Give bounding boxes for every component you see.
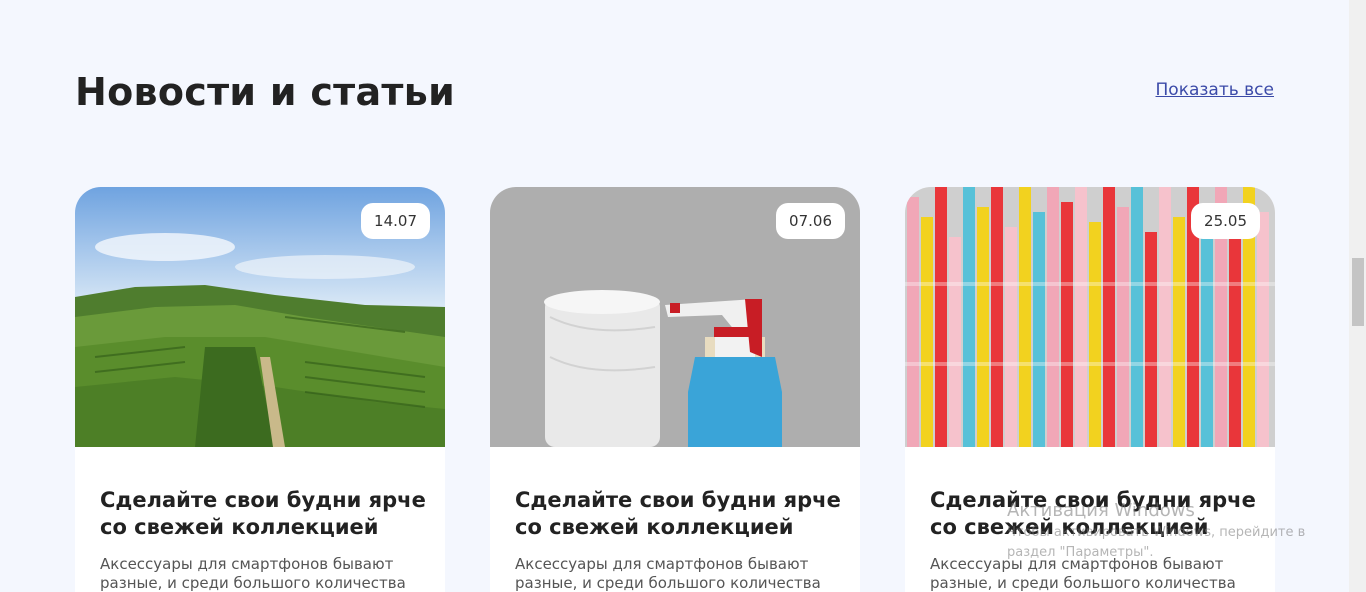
card-title[interactable]: Сделайте свои будни ярче со свежей колле… — [515, 487, 845, 541]
card-image-vineyard[interactable]: 14.07 — [75, 187, 445, 447]
card-title[interactable]: Сделайте свои будни ярче со свежей колле… — [100, 487, 430, 541]
date-badge: 25.05 — [1191, 203, 1260, 239]
card-image-straws[interactable]: 25.05 — [905, 187, 1275, 447]
card-excerpt: Аксессуары для смартфонов бывают разные,… — [100, 555, 406, 592]
card-excerpt: Аксессуары для смартфонов бывают разные,… — [515, 555, 821, 592]
card-title[interactable]: Сделайте свои будни ярче со свежей колле… — [930, 487, 1260, 541]
date-badge: 14.07 — [361, 203, 430, 239]
card-excerpt: Аксессуары для смартфонов бывают разные,… — [930, 555, 1236, 592]
news-card[interactable]: 25.05 Сделайте свои будни ярче со свежей… — [905, 187, 1275, 592]
page-scrollbar[interactable] — [1349, 0, 1366, 592]
news-cards: 14.07 Сделайте свои будни ярче со свежей… — [75, 187, 1275, 592]
show-all-link[interactable]: Показать все — [1156, 80, 1274, 100]
news-card[interactable]: 14.07 Сделайте свои будни ярче со свежей… — [75, 187, 445, 592]
news-card[interactable]: 07.06 Сделайте свои будни ярче со свежей… — [490, 187, 860, 592]
scrollbar-thumb[interactable] — [1352, 258, 1364, 326]
card-image-cleaning[interactable]: 07.06 — [490, 187, 860, 447]
section-title: Новости и статьи — [75, 70, 455, 114]
date-badge: 07.06 — [776, 203, 845, 239]
